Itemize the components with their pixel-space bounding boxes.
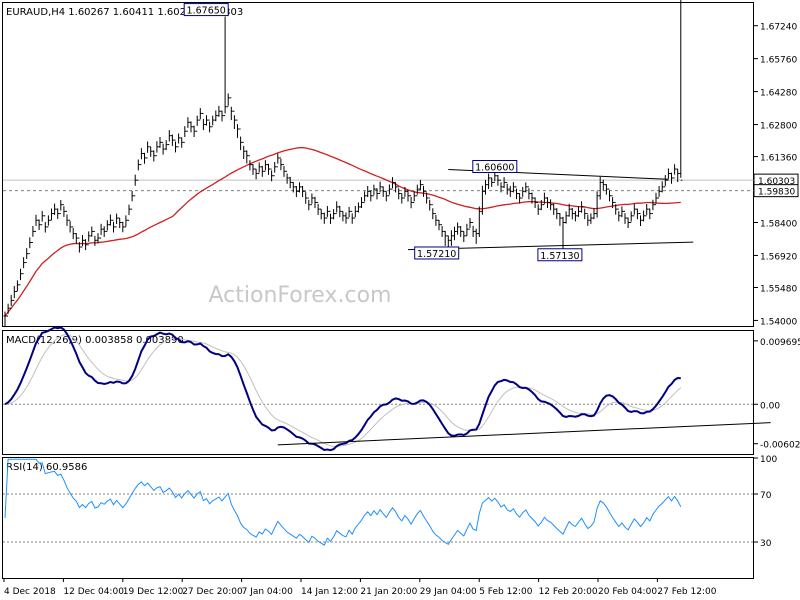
x-tick-label: 20 Feb 04:00 [598, 587, 657, 597]
price-ytick-label: 1.62800 [760, 122, 797, 132]
rsi-ytick-label: 100 [760, 455, 777, 465]
macd-ytick-label: -0.006025 [760, 441, 800, 451]
rsi-ytick-label: 70 [760, 491, 772, 501]
macd-ytick-label: 0.009695 [760, 338, 800, 348]
price-ytick-label: 1.64280 [760, 89, 797, 99]
price-ytick-label: 1.61360 [760, 154, 797, 164]
level-tag: 1.59830 [758, 188, 795, 198]
macd-panel-title: MACD(12,26,9) 0.003858 0.003890 [6, 335, 184, 346]
x-tick-label: 27 Dec 20:00 [182, 587, 243, 597]
x-tick-label: 14 Jan 12:00 [301, 587, 358, 597]
annotation-label: 1.57130 [540, 251, 579, 262]
price-ytick-label: 1.55480 [760, 284, 797, 294]
rsi-ytick-label: 30 [760, 539, 772, 549]
price-ytick-label: 1.67240 [760, 23, 797, 33]
x-tick-label: 27 Feb 12:00 [657, 587, 716, 597]
price-ytick-label: 1.58400 [760, 219, 797, 229]
x-tick-label: 5 Feb 12:00 [479, 587, 533, 597]
annotation-label: 1.60600 [475, 163, 514, 174]
price-ytick-label: 1.56920 [760, 252, 797, 262]
rsi-panel-title: RSI(14) 60.9586 [6, 462, 87, 473]
macd-ytick-label: 0.00 [760, 401, 780, 411]
x-tick-label: 7 Jan 04:00 [242, 587, 294, 597]
x-tick-label: 21 Jan 20:00 [360, 587, 417, 597]
x-tick-label: 12 Feb 20:00 [539, 587, 598, 597]
watermark: ActionForex.com [209, 283, 392, 308]
x-tick-label: 29 Jan 04:00 [420, 587, 477, 597]
x-tick-label: 12 Dec 04:00 [63, 587, 124, 597]
annotation-label: 1.67650 [187, 6, 226, 17]
x-tick-label: 19 Dec 12:00 [123, 587, 184, 597]
annotation-label: 1.57210 [417, 249, 456, 260]
euraud-h4-chart: ActionForex.com EURAUD,H4 1.60267 1.6041… [0, 0, 800, 600]
price-ytick-label: 1.65760 [760, 56, 797, 66]
chart-background [0, 0, 800, 600]
x-tick-label: 4 Dec 2018 [4, 587, 56, 597]
price-ytick-label: 1.54000 [760, 317, 797, 327]
